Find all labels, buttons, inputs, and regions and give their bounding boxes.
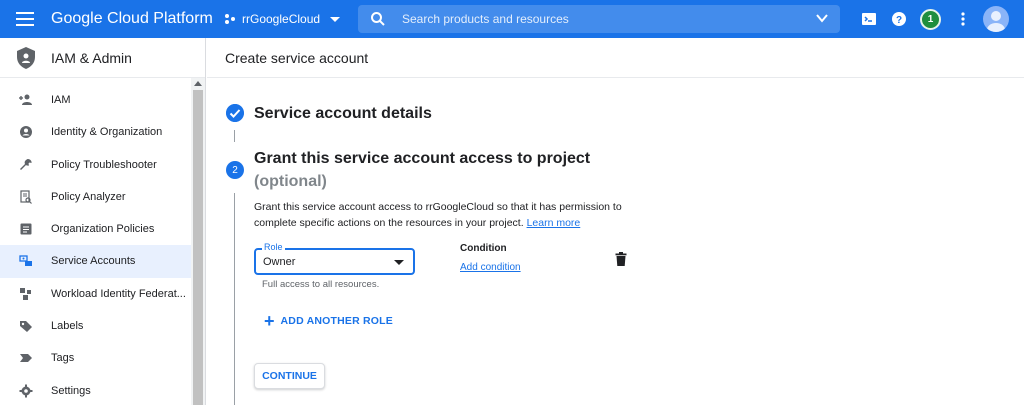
project-tree-icon — [225, 14, 235, 24]
top-bar: Google Cloud Platform rrGoogleCloud ? 1 — [0, 0, 1024, 38]
step2-number: 2 — [226, 161, 244, 179]
search-input[interactable] — [402, 9, 802, 29]
chevron-down-icon — [330, 16, 341, 22]
sidebar-item-label: Policy Analyzer — [51, 190, 126, 203]
sidebar-item-tags[interactable]: Tags — [0, 342, 191, 374]
brand-title[interactable]: Google Cloud Platform — [51, 10, 213, 28]
scroll-up-arrow-icon[interactable] — [194, 81, 202, 86]
cloud-shell-icon[interactable] — [859, 9, 879, 29]
chevron-down-icon[interactable] — [816, 13, 828, 23]
step2-description: Grant this service account access to rrG… — [254, 199, 634, 231]
sidebar-nav: IAM Identity & Organization Policy Troub… — [0, 84, 191, 405]
project-name: rrGoogleCloud — [242, 12, 321, 26]
sidebar-item-label: Identity & Organization — [51, 126, 163, 139]
hamburger-menu-icon[interactable] — [14, 9, 36, 29]
step1-title[interactable]: Service account details — [254, 105, 432, 123]
notifications-badge[interactable]: 1 — [920, 9, 941, 30]
workload-identity-icon — [20, 287, 31, 300]
document-search-icon — [20, 190, 32, 204]
tag-icon — [20, 354, 32, 363]
add-another-role-label: ADD ANOTHER ROLE — [280, 315, 393, 327]
sidebar-item-label: Tags — [51, 352, 75, 365]
sidebar-item-policy-analyzer[interactable]: Policy Analyzer — [0, 181, 191, 213]
sidebar-item-policy-troubleshooter[interactable]: Policy Troubleshooter — [0, 149, 191, 181]
more-vert-icon[interactable] — [953, 9, 973, 29]
user-avatar-icon — [987, 11, 1005, 32]
sidebar-item-label: Settings — [51, 384, 91, 397]
avatar[interactable] — [983, 6, 1009, 32]
sidebar: IAM & Admin IAM Identity & Organization … — [0, 38, 206, 405]
svg-text:?: ? — [896, 15, 902, 26]
sidebar-item-service-accounts[interactable]: Service Accounts — [0, 245, 191, 278]
sidebar-item-label: Service Accounts — [51, 255, 136, 268]
list-document-icon — [20, 223, 32, 235]
sidebar-item-label: Organization Policies — [51, 223, 155, 236]
page-title: Create service account — [225, 50, 369, 66]
account-circle-icon — [20, 126, 32, 139]
header-divider — [207, 77, 1024, 78]
sidebar-item-label: Labels — [51, 320, 84, 333]
role-selected-value: Owner — [263, 256, 296, 268]
role-select[interactable]: Role Owner — [254, 242, 415, 275]
continue-button[interactable]: CONTINUE — [254, 363, 325, 389]
delete-icon[interactable] — [615, 252, 627, 266]
shield-icon — [17, 47, 35, 69]
sidebar-item-labels[interactable]: Labels — [0, 310, 191, 342]
add-another-role-button[interactable]: + ADD ANOTHER ROLE — [264, 311, 393, 331]
sidebar-item-identity-organization[interactable]: Identity & Organization — [0, 116, 191, 148]
wrench-icon — [20, 158, 32, 170]
role-helper-text: Full access to all resources. — [262, 279, 380, 290]
learn-more-link[interactable]: Learn more — [527, 217, 581, 229]
step-connector — [234, 130, 235, 142]
plus-icon: + — [264, 311, 275, 331]
help-icon[interactable]: ? — [889, 9, 909, 29]
sidebar-header: IAM & Admin — [0, 38, 205, 78]
scrollbar-thumb[interactable] — [193, 90, 203, 405]
sidebar-item-settings[interactable]: Settings — [0, 375, 191, 405]
gear-icon — [19, 384, 33, 398]
sidebar-item-organization-policies[interactable]: Organization Policies — [0, 213, 191, 245]
role-field-label: Role — [262, 242, 285, 252]
dropdown-arrow-icon — [394, 260, 404, 265]
sidebar-item-workload-identity-federation[interactable]: Workload Identity Federat... — [0, 278, 191, 310]
condition-heading: Condition — [460, 243, 507, 254]
search-icon — [371, 12, 385, 26]
main-content: Create service account Service account d… — [207, 38, 1024, 405]
check-circle-icon — [226, 104, 244, 122]
sidebar-title: IAM & Admin — [51, 50, 132, 66]
sidebar-item-label: Policy Troubleshooter — [51, 158, 157, 171]
search-bar[interactable] — [358, 5, 840, 33]
sidebar-item-label: Workload Identity Federat... — [51, 287, 186, 300]
step-connector — [234, 193, 235, 405]
project-selector[interactable]: rrGoogleCloud — [224, 9, 341, 29]
sidebar-item-label: IAM — [51, 94, 71, 106]
service-account-icon — [19, 255, 32, 267]
label-icon — [20, 321, 32, 333]
person-add-icon — [19, 94, 32, 105]
step2-title: Grant this service account access to pro… — [254, 150, 591, 167]
sidebar-item-iam[interactable]: IAM — [0, 84, 191, 116]
step2-optional-label: (optional) — [254, 173, 327, 190]
add-condition-link[interactable]: Add condition — [460, 262, 521, 273]
sidebar-scrollbar[interactable] — [191, 78, 205, 405]
